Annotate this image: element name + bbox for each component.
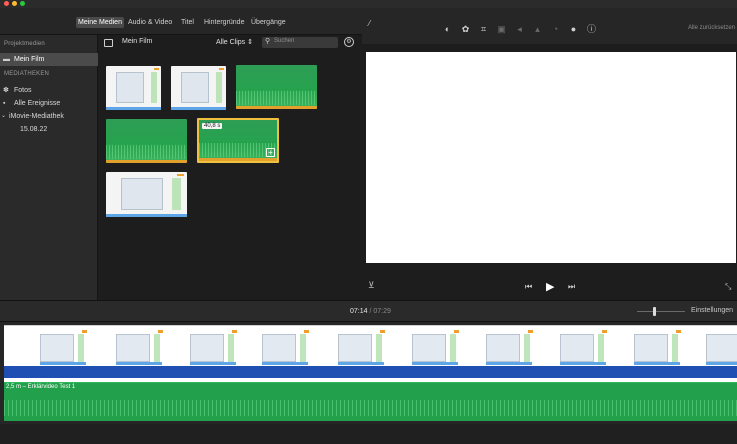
speed-icon[interactable]: ◔ [550,24,561,35]
playhead-time: 07:14 / 07:29 [350,308,391,315]
audio-clip[interactable] [106,119,187,163]
settings-button[interactable]: Einstellungen [691,307,733,314]
clip-filter-select[interactable]: Alle Clips ⇕ [216,38,253,46]
video-clip-bar[interactable] [4,366,737,378]
add-clip-icon[interactable]: + [266,148,275,157]
film-icon: ▬ [3,56,10,63]
fullscreen-icon[interactable]: ⤡ [725,282,731,292]
libraries-heading: MEDIATHEKEN [4,71,50,77]
tab-uebergaenge[interactable]: Übergänge [249,17,288,28]
library-sidebar: Projektmedien ▬ Mein Film MEDIATHEKEN ✽ … [0,35,98,300]
viewer-toolbar: ⁄ ◐ ✿ ⌗ ▣ ◂ ▴ ◔ ● ⓘ Alle zurücksetzen [362,8,737,44]
play-icon[interactable]: ▶ [546,280,554,293]
media-clip[interactable] [171,66,226,110]
crop-icon[interactable]: ⌗ [478,24,489,35]
current-time: 07:14 [350,308,368,315]
browser-toolbar: Mein Film Alle Clips ⇕ ⚲ Suchen ⚙ [98,35,362,53]
close-window-button[interactable] [4,1,9,6]
timeline-toolbar: 07:14 / 07:29 Einstellungen [0,300,737,322]
sidebar-item-label: Alle Ereignisse [14,100,61,107]
noise-reduction-icon[interactable]: ▴ [532,24,543,35]
sidebar-item-label: Mein Film [14,56,45,63]
sidebar-item-fotos[interactable]: ✽ Fotos [0,84,98,97]
audio-clip[interactable] [236,65,317,109]
timeline-frame [190,330,248,370]
volume-icon[interactable]: ◂ [514,24,525,35]
clip-filter-icon[interactable]: ● [568,24,579,35]
magic-wand-icon[interactable]: ⁄ [364,18,375,29]
zoom-slider[interactable] [637,307,685,316]
viewer-panel: ⊻ ⏮ ▶ ⏭ ⤡ [362,44,737,300]
tab-meine-medien[interactable]: Meine Medien [76,17,124,28]
timeline-frame [486,330,544,370]
color-balance-icon[interactable]: ◐ [442,24,453,35]
media-browser: Mein Film Alle Clips ⇕ ⚲ Suchen ⚙ 40,8 s… [98,35,362,300]
zoom-window-button[interactable] [20,1,25,6]
tab-titel[interactable]: Titel [179,17,196,28]
tab-audio-video[interactable]: Audio & Video [126,17,174,28]
audio-clip-label: 2,5 m – Erklärvideo Test 1 [6,384,76,390]
sidebar-toggle-icon[interactable] [104,39,113,47]
sidebar-item-alle-ereignisse[interactable]: ▪ Alle Ereignisse [0,97,98,110]
reset-all-button[interactable]: Alle zurücksetzen [688,25,735,31]
skip-back-icon[interactable]: ⏮ [525,282,532,292]
zoom-slider-handle[interactable] [653,307,656,316]
media-clip[interactable] [106,66,161,110]
audio-track[interactable]: 2,5 m – Erklärvideo Test 1 [4,382,737,421]
timeline-frame [262,330,320,370]
tab-hintergruende[interactable]: Hintergründe [202,17,246,28]
star-icon: ▪ [3,100,6,107]
info-icon[interactable]: ⓘ [586,24,597,35]
video-preview [366,52,736,263]
timeline-frame [116,330,174,370]
timeline-frame [412,330,470,370]
stabilization-icon[interactable]: ▣ [496,24,507,35]
color-correction-icon[interactable]: ✿ [460,24,471,35]
total-time: 07:29 [373,308,391,315]
media-tab-bar: Meine Medien Audio & Video Titel Hinterg… [0,8,362,35]
sidebar-item-imovie-library[interactable]: ⌄ iMovie-Mediathek [0,110,98,123]
settings-gear-icon[interactable]: ⚙ [344,37,354,47]
search-input[interactable]: Suchen [274,38,294,44]
browser-project-title: Mein Film [122,38,153,45]
disclosure-chevron-icon[interactable]: ⌄ [1,113,8,120]
minimize-window-button[interactable] [12,1,17,6]
sidebar-item-mein-film[interactable]: ▬ Mein Film [0,53,98,66]
timeline-frame [634,330,692,370]
sidebar-item-label: iMovie-Mediathek [9,113,64,120]
clip-duration-badge: 40,8 s [202,123,223,129]
timeline-frame [40,330,98,370]
timeline: 2,5 m – Erklärvideo Test 1 [0,322,737,444]
timeline-frame [706,330,737,370]
timeline-frame [560,330,618,370]
sidebar-item-event[interactable]: 15.08.22 [0,123,98,136]
search-field[interactable]: ⚲ Suchen [262,37,338,48]
media-clip[interactable] [106,172,187,217]
clip-filter-label: Alle Clips [216,39,246,46]
sidebar-item-label: Fotos [14,87,32,94]
skip-forward-icon[interactable]: ⏭ [568,282,575,292]
microphone-icon[interactable]: ⊻ [368,280,375,291]
search-icon: ⚲ [265,38,271,45]
flower-icon: ✽ [3,87,9,94]
project-media-heading: Projektmedien [4,41,45,47]
audio-clip-selected[interactable]: 40,8 s + [197,118,279,163]
sidebar-item-label: 15.08.22 [20,126,48,133]
audio-waveform [4,400,737,416]
timeline-bottom [0,424,737,444]
title-bar [0,0,737,8]
timeline-frame [338,330,396,370]
